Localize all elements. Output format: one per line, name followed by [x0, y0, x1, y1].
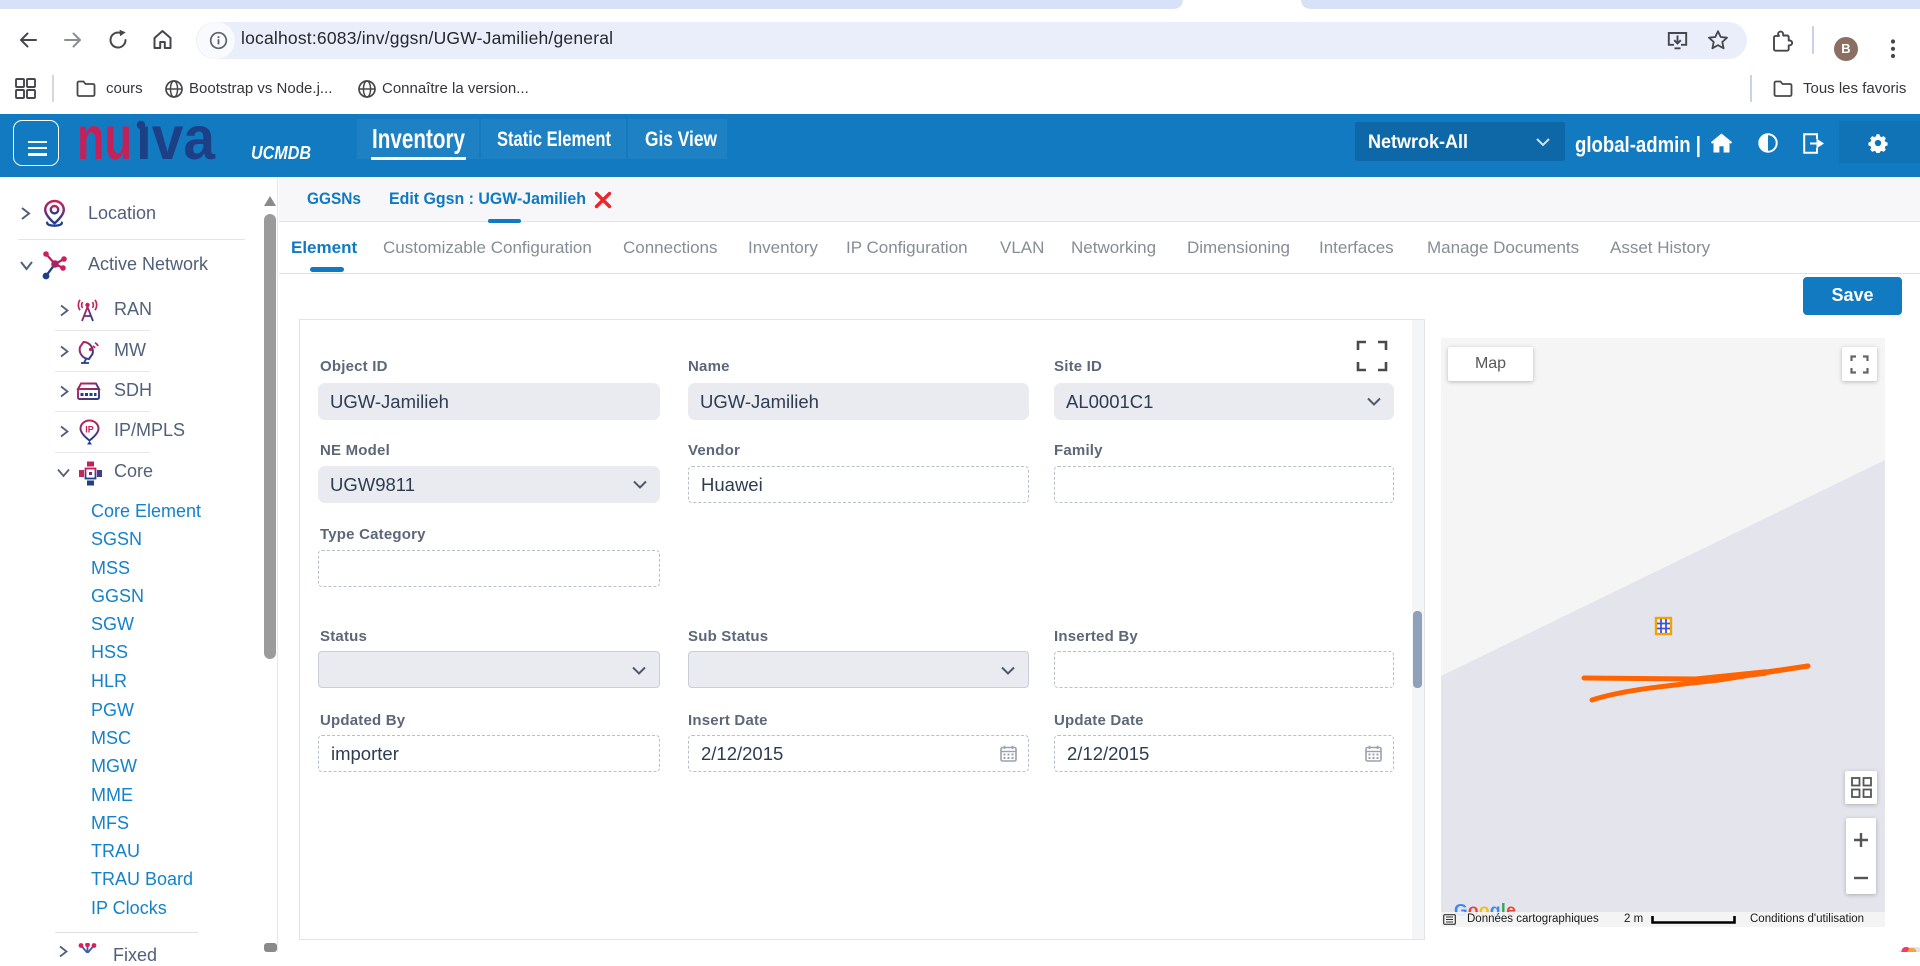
svg-text:IP: IP — [85, 425, 94, 435]
svg-text:UCMDB: UCMDB — [251, 143, 311, 163]
svg-text:Gis View: Gis View — [645, 128, 718, 151]
svg-text:nu: nu — [77, 114, 132, 172]
svg-text:Static Element: Static Element — [497, 128, 611, 151]
svg-text:Inventory: Inventory — [372, 123, 465, 154]
svg-text:global-admin |: global-admin | — [1575, 132, 1701, 157]
svg-text:GGSNs: GGSNs — [307, 189, 361, 208]
svg-text:Netwrok-All: Netwrok-All — [1368, 132, 1468, 153]
svg-text:Edit Ggsn : UGW-Jamilieh: Edit Ggsn : UGW-Jamilieh — [389, 189, 586, 208]
svg-text:ıva: ıva — [136, 114, 216, 172]
